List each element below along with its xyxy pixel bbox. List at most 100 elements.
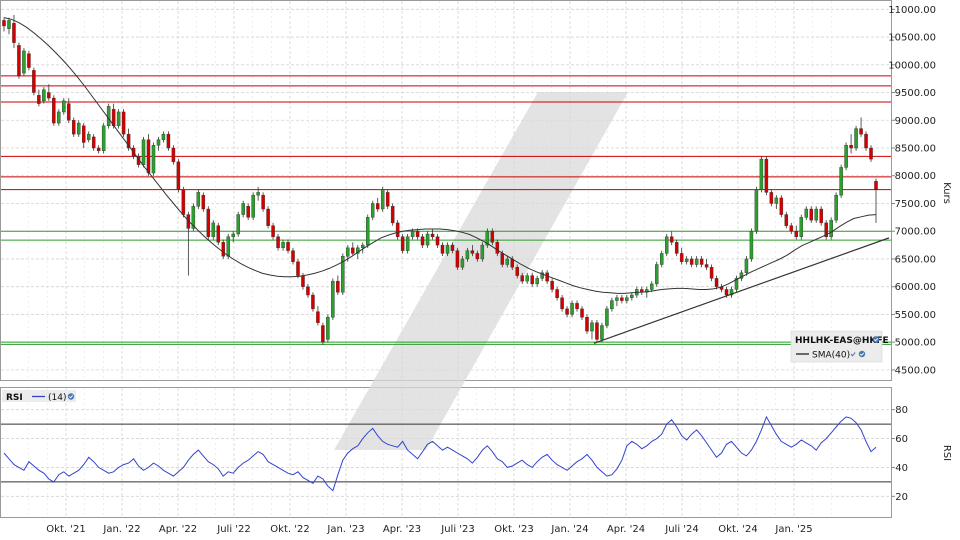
- price-legend: HHLHK-EAS@HKFE SMA(40): [790, 330, 889, 363]
- candle-body: [62, 100, 66, 113]
- x-tick-label: Okt. '22: [270, 524, 309, 535]
- candle-body: [779, 197, 784, 215]
- candle-body: [864, 133, 868, 149]
- candle-body: [844, 145, 848, 168]
- x-tick-label: Juli '24: [664, 524, 699, 535]
- candle-body: [709, 267, 714, 279]
- candle-body: [699, 258, 704, 265]
- candle-body: [81, 125, 86, 143]
- candle-body: [400, 236, 405, 251]
- candle-body: [166, 133, 171, 149]
- candle-body: [774, 197, 779, 204]
- candle-body: [291, 250, 295, 262]
- chart-root: 11000.00 10500.00 10000.00 9500.00 9000.00 85…: [0, 0, 952, 535]
- candle-body: [176, 161, 181, 190]
- candle-body: [814, 208, 818, 221]
- legend-instrument-icon[interactable]: [872, 336, 880, 343]
- candle-body: [17, 45, 21, 77]
- price-tick-label: 11000.00: [888, 5, 936, 16]
- candle-body: [101, 125, 106, 151]
- candle-body: [281, 242, 285, 249]
- x-tick-label: Juli '22: [216, 524, 251, 535]
- candle-body: [236, 214, 240, 235]
- candle-body: [460, 258, 465, 268]
- candle-body: [689, 258, 694, 265]
- candle-body: [650, 283, 654, 290]
- candle-body: [704, 264, 709, 268]
- candle-body: [425, 233, 430, 246]
- candle-body: [580, 308, 584, 318]
- candle-body: [859, 128, 863, 135]
- rsi-tick-label: 80: [895, 405, 908, 416]
- candle-body: [415, 231, 420, 237]
- candle-body: [395, 222, 400, 237]
- candle-body: [749, 231, 754, 260]
- candle-body: [410, 231, 415, 237]
- candle-body: [754, 189, 759, 232]
- candle-body: [630, 294, 634, 298]
- candle-body: [106, 106, 111, 127]
- candle-body: [221, 242, 225, 257]
- price-tick-label: 8500.00: [895, 144, 936, 155]
- candle-body: [605, 308, 609, 326]
- candle-body: [286, 242, 290, 251]
- candle-body: [276, 236, 280, 249]
- candle-body: [500, 253, 505, 265]
- candle-body: [311, 294, 315, 310]
- x-tick-label: Apr. '23: [383, 524, 421, 535]
- candle-body: [241, 203, 245, 215]
- candle-body: [151, 145, 156, 174]
- candle-body: [266, 208, 270, 226]
- candle-body: [819, 208, 823, 224]
- rsi-settings-icon[interactable]: [67, 393, 75, 400]
- candle-body: [256, 192, 260, 196]
- candle-body: [495, 242, 500, 254]
- candle-body: [67, 103, 71, 121]
- price-tick-label: 7000.00: [895, 227, 936, 238]
- candle-body: [520, 275, 524, 282]
- x-tick-label: Apr. '22: [159, 524, 197, 535]
- candle-body: [659, 253, 664, 265]
- candle-body: [610, 300, 614, 310]
- candle-body: [231, 233, 235, 237]
- price-axis: 11000.00 10500.00 10000.00 9500.00 9000.00 85…: [888, 5, 936, 377]
- price-tick-label: 9000.00: [895, 116, 936, 127]
- price-axis-label: Kurs: [941, 182, 952, 204]
- candle-body: [674, 242, 679, 254]
- candle-body: [385, 192, 390, 207]
- candle-body: [12, 22, 16, 43]
- candle-body: [440, 244, 445, 254]
- candle-body: [570, 303, 574, 315]
- candle-body: [694, 258, 699, 265]
- candle-body: [430, 233, 435, 237]
- candle-body: [809, 208, 813, 221]
- rsi-tick-label: 20: [895, 492, 908, 503]
- candle-body: [445, 244, 450, 254]
- price-tick-label: 6000.00: [895, 282, 936, 293]
- candle-body: [316, 311, 320, 323]
- candle-body: [22, 50, 26, 74]
- candle-body: [595, 322, 599, 340]
- candle-body: [435, 236, 440, 246]
- x-tick-label: Apr. '24: [607, 524, 645, 535]
- candle-body: [784, 214, 789, 226]
- candle-body: [161, 133, 166, 140]
- candle-body: [72, 120, 76, 135]
- x-tick-label: Jan. '25: [774, 524, 812, 535]
- candle-body: [321, 325, 325, 343]
- legend-sma-settings-icon[interactable]: [858, 350, 866, 358]
- rsi-tick-label: 40: [895, 463, 908, 474]
- price-tick-label: 6500.00: [895, 254, 936, 265]
- x-tick-label: Jan. '24: [550, 524, 588, 535]
- candle-body: [789, 225, 794, 232]
- candle-body: [714, 278, 719, 287]
- candle-body: [52, 97, 56, 124]
- candle-body: [361, 244, 365, 249]
- candle-body: [490, 231, 495, 243]
- candle-body: [854, 128, 858, 149]
- candle-body: [181, 189, 186, 215]
- x-tick-label: Juli '23: [440, 524, 475, 535]
- price-tick-label: 10500.00: [888, 33, 936, 44]
- candle-body: [86, 133, 91, 140]
- candle-body: [326, 317, 330, 340]
